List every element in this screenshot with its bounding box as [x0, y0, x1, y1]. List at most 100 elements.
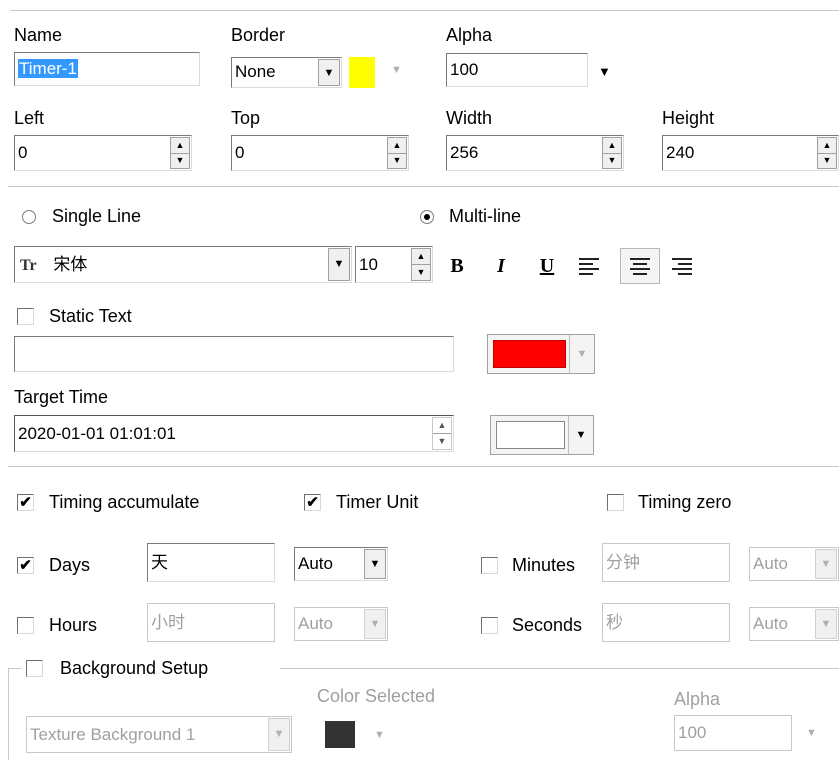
chevron-down-icon[interactable]: ▼ [569, 335, 594, 373]
target-time-input[interactable]: 2020-01-01 01:01:01 ▲ ▼ [14, 415, 454, 452]
hours-mode-value: Auto [298, 614, 333, 633]
height-spinner[interactable]: ▲ ▼ [817, 137, 837, 169]
spin-up-icon[interactable]: ▲ [388, 138, 406, 153]
seconds-mode-value: Auto [753, 614, 788, 633]
chevron-down-icon[interactable]: ▼ [318, 59, 340, 86]
minutes-checkbox[interactable] [481, 557, 498, 574]
top-input[interactable]: 0 ▲ ▼ [231, 135, 409, 171]
spin-down-icon[interactable]: ▼ [433, 433, 451, 449]
spin-up-icon[interactable]: ▲ [433, 418, 451, 433]
alpha-dropdown-icon[interactable]: ▼ [598, 64, 611, 79]
multi-line-label[interactable]: Multi-line [449, 205, 521, 227]
target-time-label: Target Time [14, 387, 109, 407]
alpha-label: Alpha [446, 25, 493, 45]
chevron-down-icon[interactable]: ▼ [568, 416, 593, 454]
top-spinner[interactable]: ▲ ▼ [387, 137, 407, 169]
static-text-input[interactable] [14, 336, 454, 372]
spin-up-icon[interactable]: ▲ [818, 138, 836, 153]
name-input[interactable]: Timer-1 [14, 52, 200, 86]
font-size-input[interactable]: 10 ▲ ▼ [355, 246, 433, 283]
font-size-value: 10 [359, 255, 378, 274]
target-time-color-button[interactable]: ▼ [490, 415, 594, 455]
static-text-label[interactable]: Static Text [49, 305, 132, 327]
timer-unit-checkbox[interactable]: ✔ [304, 494, 321, 511]
timing-accumulate-checkbox[interactable]: ✔ [17, 494, 34, 511]
spin-up-icon[interactable]: ▲ [171, 138, 189, 153]
days-mode-value: Auto [298, 554, 333, 573]
spin-up-icon[interactable]: ▲ [603, 138, 621, 153]
align-center-icon [630, 258, 650, 276]
days-unit-input[interactable]: 天 [147, 543, 275, 582]
seconds-mode-select[interactable]: Auto ▼ [749, 607, 839, 641]
background-setup-label[interactable]: Background Setup [60, 657, 208, 679]
left-spinner[interactable]: ▲ ▼ [170, 137, 190, 169]
single-line-label[interactable]: Single Line [52, 205, 141, 227]
spin-down-icon[interactable]: ▼ [412, 264, 430, 280]
timing-accumulate-label[interactable]: Timing accumulate [49, 491, 199, 513]
text-color-swatch [493, 340, 566, 368]
chevron-down-icon[interactable]: ▼ [268, 718, 290, 751]
hours-unit-input[interactable]: 小时 [147, 603, 275, 642]
seconds-checkbox[interactable] [481, 617, 498, 634]
background-setup-checkbox[interactable] [26, 660, 43, 677]
hours-checkbox[interactable] [17, 617, 34, 634]
static-text-checkbox[interactable] [17, 308, 34, 325]
align-right-icon[interactable] [672, 258, 692, 276]
chevron-down-icon[interactable]: ▼ [328, 248, 350, 281]
height-input[interactable]: 240 ▲ ▼ [662, 135, 839, 171]
timer-unit-label[interactable]: Timer Unit [336, 491, 418, 513]
background-alpha-dropdown-icon[interactable]: ▼ [806, 727, 817, 739]
align-left-icon[interactable] [579, 258, 599, 276]
bold-button[interactable]: B [446, 253, 468, 279]
minutes-mode-select[interactable]: Auto ▼ [749, 547, 839, 581]
background-color-swatch[interactable] [325, 721, 355, 748]
left-label: Left [14, 108, 45, 128]
days-checkbox[interactable]: ✔ [17, 557, 34, 574]
section-divider [8, 186, 839, 188]
seconds-label[interactable]: Seconds [512, 614, 582, 636]
height-value: 240 [666, 143, 695, 162]
minutes-unit-input[interactable]: 分钟 [602, 543, 730, 582]
timing-zero-checkbox[interactable] [607, 494, 624, 511]
days-label[interactable]: Days [49, 554, 90, 576]
background-alpha-input[interactable]: 100 [674, 715, 792, 751]
font-size-spinner[interactable]: ▲ ▼ [411, 248, 431, 281]
text-color-button[interactable]: ▼ [487, 334, 595, 374]
single-line-radio[interactable] [22, 210, 36, 224]
chevron-down-icon[interactable]: ▼ [815, 609, 837, 639]
texture-select[interactable]: Texture Background 1 ▼ [26, 716, 292, 753]
minutes-label[interactable]: Minutes [512, 554, 575, 576]
font-family-select[interactable]: Tr 宋体 ▼ [14, 246, 352, 283]
alpha-input[interactable]: 100 [446, 53, 588, 87]
multi-line-radio[interactable] [420, 210, 434, 224]
align-center-button[interactable] [620, 248, 660, 284]
font-family-value: 宋体 [53, 255, 88, 274]
border-color-dropdown-icon[interactable]: ▼ [391, 64, 402, 76]
border-label: Border [231, 25, 286, 45]
spin-up-icon[interactable]: ▲ [412, 249, 430, 264]
seconds-unit-input[interactable]: 秒 [602, 603, 730, 642]
border-select[interactable]: None ▼ [231, 57, 342, 88]
spin-down-icon[interactable]: ▼ [818, 152, 836, 169]
chevron-down-icon[interactable]: ▼ [364, 549, 386, 579]
timing-zero-label[interactable]: Timing zero [638, 491, 731, 513]
background-color-dropdown-icon[interactable]: ▼ [374, 729, 385, 741]
spin-down-icon[interactable]: ▼ [171, 152, 189, 169]
width-spinner[interactable]: ▲ ▼ [602, 137, 622, 169]
width-value: 256 [450, 143, 479, 162]
spin-down-icon[interactable]: ▼ [388, 152, 406, 169]
hours-mode-select[interactable]: Auto ▼ [294, 607, 388, 641]
left-input[interactable]: 0 ▲ ▼ [14, 135, 192, 171]
spin-down-icon[interactable]: ▼ [603, 152, 621, 169]
top-label: Top [231, 108, 261, 128]
hours-label[interactable]: Hours [49, 614, 97, 636]
border-color-swatch[interactable] [349, 57, 375, 88]
alpha-value: 100 [450, 60, 479, 79]
underline-button[interactable]: U [536, 253, 558, 279]
days-mode-select[interactable]: Auto ▼ [294, 547, 388, 581]
chevron-down-icon[interactable]: ▼ [364, 609, 386, 639]
width-input[interactable]: 256 ▲ ▼ [446, 135, 624, 171]
target-time-spinner[interactable]: ▲ ▼ [432, 417, 452, 450]
chevron-down-icon[interactable]: ▼ [815, 549, 837, 579]
italic-button[interactable]: I [491, 253, 511, 279]
